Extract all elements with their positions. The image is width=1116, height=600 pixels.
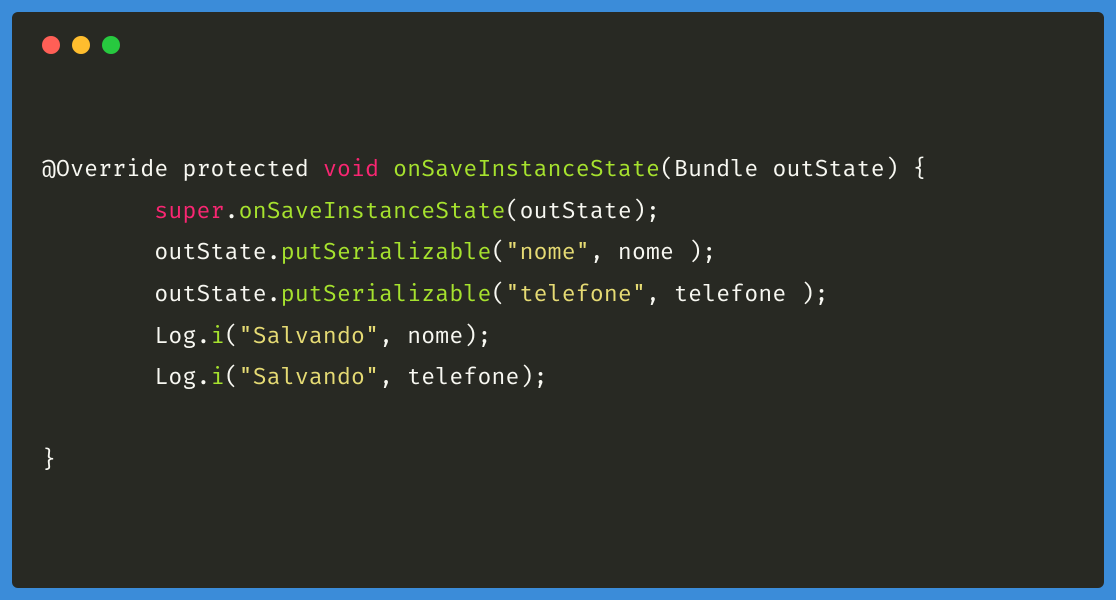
annotation: @Override <box>42 155 168 183</box>
param-type: Bundle <box>674 155 758 183</box>
code-window: @Override protected void onSaveInstanceS… <box>12 12 1104 588</box>
method-call: i <box>211 322 225 350</box>
string-literal: "nome" <box>506 238 590 266</box>
maximize-icon[interactable] <box>102 36 120 54</box>
indent <box>42 197 154 225</box>
paren-open: ( <box>492 280 506 308</box>
method-name: onSaveInstanceState <box>393 155 660 183</box>
indent <box>42 322 154 350</box>
args-rest: , telefone ); <box>646 280 829 308</box>
dot: . <box>225 197 239 225</box>
object-ref: Log. <box>154 322 210 350</box>
paren-open: ( <box>492 238 506 266</box>
args-rest: , nome ); <box>590 238 716 266</box>
string-literal: "Salvando" <box>239 363 379 391</box>
indent <box>42 238 154 266</box>
super-keyword: super <box>154 197 224 225</box>
object-ref: Log. <box>154 363 210 391</box>
minimize-icon[interactable] <box>72 36 90 54</box>
object-ref: outState. <box>154 280 280 308</box>
string-literal: "Salvando" <box>239 322 379 350</box>
method-call: i <box>211 363 225 391</box>
args-rest: , nome); <box>379 322 491 350</box>
method-call: putSerializable <box>281 238 492 266</box>
return-type: void <box>323 155 379 183</box>
args-rest: , telefone); <box>379 363 548 391</box>
code-block: @Override protected void onSaveInstanceS… <box>42 149 1074 482</box>
paren-brace: ) { <box>885 155 927 183</box>
indent <box>42 280 154 308</box>
param-name: outState <box>772 155 884 183</box>
modifier: protected <box>182 155 308 183</box>
window-controls <box>42 36 1074 54</box>
paren-open: ( <box>660 155 674 183</box>
close-icon[interactable] <box>42 36 60 54</box>
object-ref: outState. <box>154 238 280 266</box>
method-call: onSaveInstanceState <box>239 197 506 225</box>
paren-open: ( <box>225 363 239 391</box>
method-call: putSerializable <box>281 280 492 308</box>
close-brace: } <box>42 446 56 474</box>
string-literal: "telefone" <box>506 280 646 308</box>
args: (outState); <box>506 197 661 225</box>
indent <box>42 363 154 391</box>
paren-open: ( <box>225 322 239 350</box>
